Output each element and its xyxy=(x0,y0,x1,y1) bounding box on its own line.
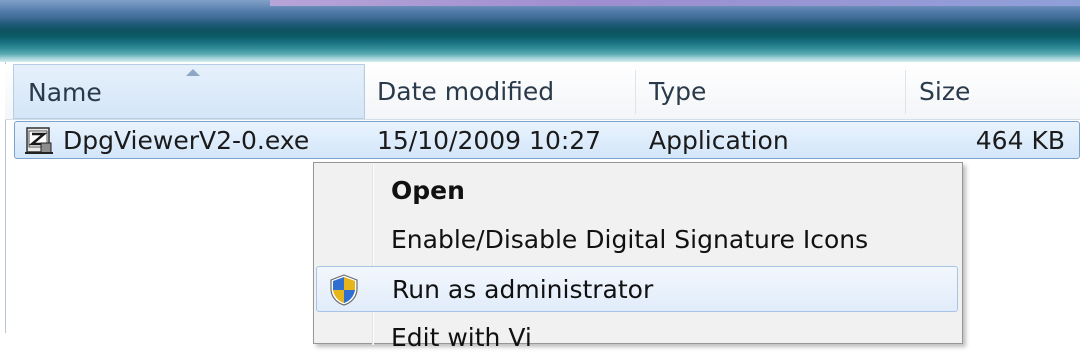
column-header-date-label: Date modified xyxy=(377,77,555,106)
column-header-type-label: Type xyxy=(649,77,707,106)
column-header-size-label: Size xyxy=(919,77,971,106)
menu-item-digital-signature-icons[interactable]: Enable/Disable Digital Signature Icons xyxy=(316,217,958,263)
menu-item-edit-with-vi[interactable]: Edit with Vi xyxy=(316,315,958,361)
column-header-date-modified[interactable]: Date modified xyxy=(363,64,635,119)
file-row[interactable]: DpgViewerV2-0.exe 15/10/2009 10:27 Appli… xyxy=(14,121,1080,159)
application-exe-icon xyxy=(25,127,53,154)
menu-item-open-label: Open xyxy=(391,176,465,205)
column-header-name[interactable]: Name xyxy=(13,64,365,119)
menu-item-run-as-administrator[interactable]: Run as administrator xyxy=(316,266,958,312)
file-date-modified: 15/10/2009 10:27 xyxy=(377,126,602,155)
window-title-bar xyxy=(0,0,1080,62)
file-name: DpgViewerV2-0.exe xyxy=(63,126,310,155)
column-header-bar: Name Date modified Type Size xyxy=(5,64,1080,120)
sort-ascending-icon xyxy=(186,69,200,76)
column-header-type[interactable]: Type xyxy=(635,64,905,119)
file-type: Application xyxy=(649,126,789,155)
column-header-size[interactable]: Size xyxy=(905,64,1080,119)
file-size: 464 KB xyxy=(975,126,1065,155)
menu-item-run-as-label: Run as administrator xyxy=(392,275,654,304)
context-menu: Open Enable/Disable Digital Signature Ic… xyxy=(313,162,963,352)
menu-item-signature-label: Enable/Disable Digital Signature Icons xyxy=(391,225,869,254)
menu-item-open[interactable]: Open xyxy=(316,168,958,214)
menu-item-edit-label: Edit with Vi xyxy=(391,323,532,352)
uac-shield-icon xyxy=(330,274,358,306)
column-header-name-label: Name xyxy=(28,78,102,107)
